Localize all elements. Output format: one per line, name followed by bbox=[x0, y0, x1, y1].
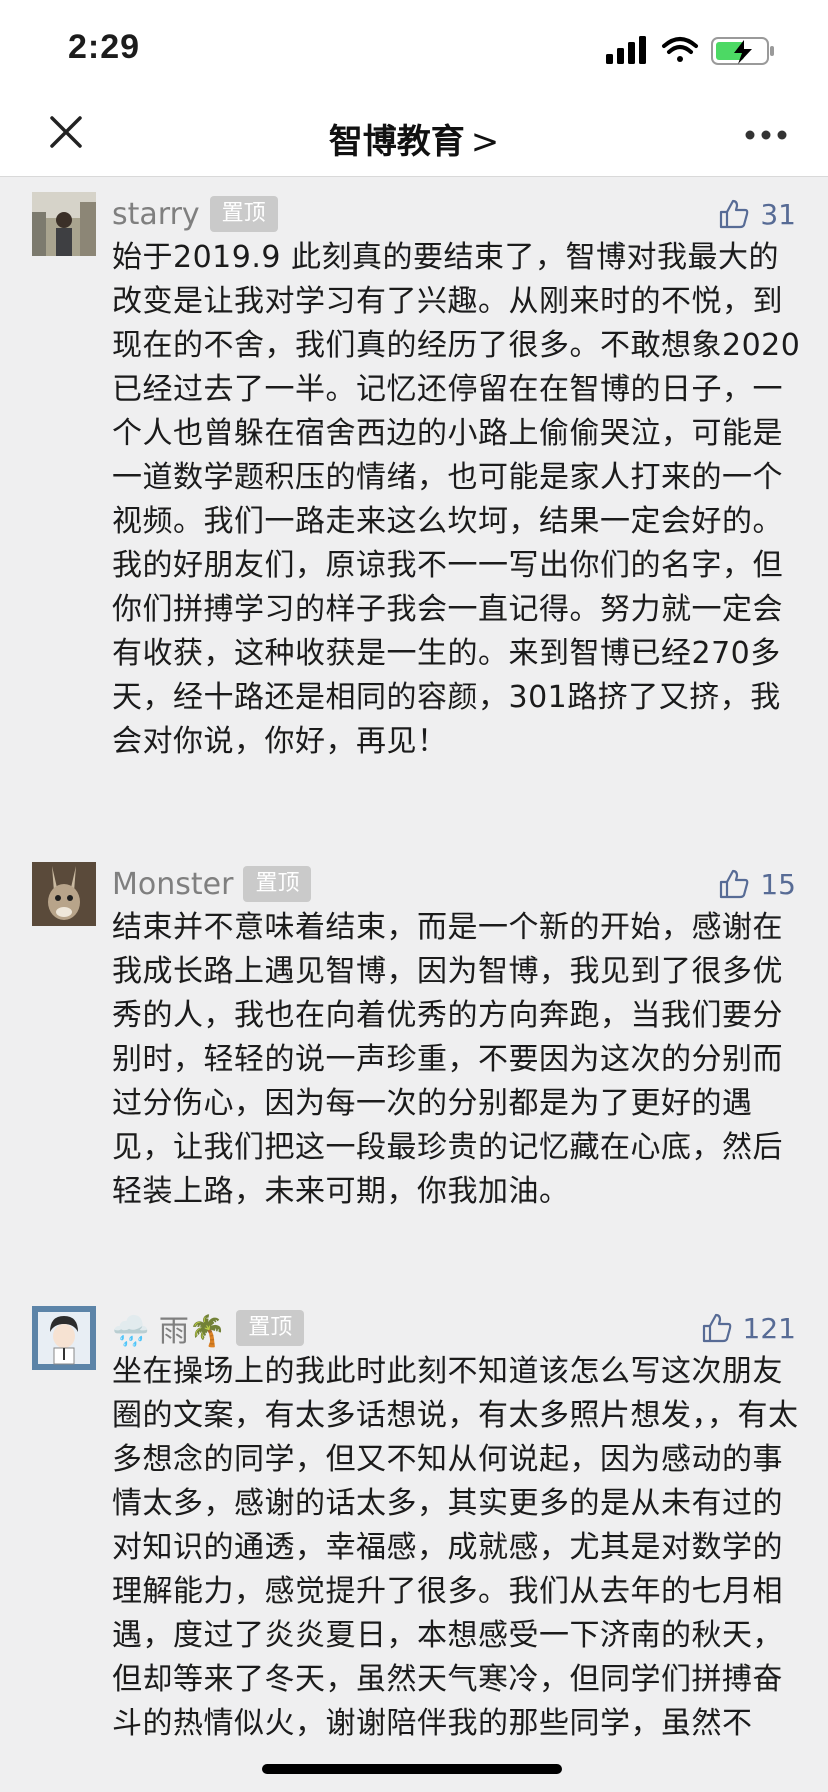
like-button[interactable]: 121 bbox=[701, 1306, 796, 1350]
comment-header: 🌧️ 雨🌴 置顶 bbox=[112, 1306, 305, 1350]
comment-text: 坐在操场上的我此时此刻不知道该怎么写这次朋友圈的文案，有太多话想说，有太多照片想… bbox=[112, 1354, 799, 1741]
battery-charging-icon bbox=[711, 37, 774, 65]
like-count: 121 bbox=[742, 1311, 796, 1345]
comment-header: starry 置顶 bbox=[112, 192, 278, 236]
status-time: 2:29 bbox=[68, 28, 141, 66]
status-icons bbox=[606, 36, 774, 65]
avatar[interactable] bbox=[32, 1306, 96, 1370]
page-title[interactable]: 智博教育 > bbox=[0, 114, 828, 163]
signal-icon bbox=[606, 36, 646, 64]
status-bar: 2:29 bbox=[0, 0, 828, 100]
pinned-badge: 置顶 bbox=[236, 1310, 305, 1346]
page-title-text: 智博教育 bbox=[328, 122, 465, 162]
home-indicator[interactable] bbox=[262, 1764, 562, 1774]
avatar[interactable] bbox=[32, 192, 96, 256]
comment-text: 结束并不意味着结束，而是一个新的开始，感谢在我成长路上遇见智博，因为智博，我见到… bbox=[112, 910, 783, 1209]
thumbs-up-icon bbox=[720, 869, 749, 899]
like-button[interactable]: 31 bbox=[718, 192, 796, 236]
pinned-badge: 置顶 bbox=[243, 866, 312, 902]
like-count: 15 bbox=[760, 867, 796, 901]
wifi-icon bbox=[662, 37, 698, 62]
thumbs-up-icon bbox=[702, 1313, 731, 1343]
like-count: 31 bbox=[760, 197, 796, 231]
thumbs-up-icon bbox=[720, 199, 749, 229]
comment-header: Monster 置顶 bbox=[112, 862, 312, 906]
user-name[interactable]: Monster bbox=[112, 867, 233, 902]
avatar[interactable] bbox=[32, 862, 96, 926]
user-name[interactable]: 🌧️ 雨🌴 bbox=[112, 1306, 226, 1350]
like-button[interactable]: 15 bbox=[718, 862, 796, 906]
comment-text: 始于2019.9 此刻真的要结束了，智博对我最大的改变是让我对学习有了兴趣。从刚… bbox=[112, 240, 801, 759]
more-icon[interactable] bbox=[744, 128, 788, 142]
chevron-right-icon: > bbox=[470, 122, 500, 162]
nav-bar: 智博教育 > bbox=[0, 100, 828, 177]
pinned-badge: 置顶 bbox=[209, 196, 278, 232]
user-name[interactable]: starry bbox=[112, 197, 200, 232]
